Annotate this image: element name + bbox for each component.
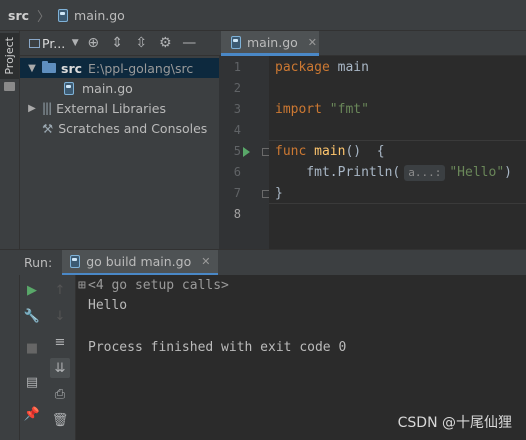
wrench-icon[interactable]: 🔧 — [22, 306, 42, 326]
tab-main-go[interactable]: main.go ✕ — [221, 31, 319, 56]
tree-row-scratches[interactable]: ⚒ Scratches and Consoles — [20, 118, 219, 138]
breadcrumb: src 〉 main.go — [0, 0, 526, 31]
code-line-5: func main() { — [275, 144, 385, 159]
project-view-selector[interactable]: Pr... — [42, 36, 65, 51]
up-arrow-icon[interactable]: ↑ — [50, 280, 70, 300]
run-label: Run: — [24, 255, 53, 270]
code-line-6: fmt.Println(a...: "Hello") — [275, 165, 512, 181]
trash-icon[interactable]: 🗑 — [50, 410, 70, 430]
line-number: 5 — [233, 144, 241, 158]
stop-icon[interactable]: ■ — [22, 338, 42, 358]
console-line[interactable]: <4 go setup calls> — [88, 278, 229, 293]
breadcrumb-root[interactable]: src — [8, 8, 29, 23]
line-number: 2 — [233, 81, 241, 95]
close-icon[interactable]: ✕ — [201, 255, 210, 268]
scratches-icon: ⚒ — [42, 120, 54, 136]
tree-row-src[interactable]: ▼ src E:\ppl-golang\src — [20, 58, 219, 78]
collapse-all-icon[interactable]: ⇳ — [129, 33, 153, 53]
project-view-icon[interactable] — [26, 33, 42, 53]
tab-label: main.go — [247, 34, 298, 50]
tree-row-main-go[interactable]: main.go — [20, 78, 219, 98]
tree-item-label: External Libraries — [56, 100, 166, 116]
layout-icon[interactable]: ▤ — [22, 372, 42, 392]
soft-wrap-icon[interactable]: ≡ — [50, 332, 70, 352]
line-number: 8 — [233, 207, 241, 221]
run-gutter-icon[interactable] — [243, 147, 250, 157]
rerun-icon[interactable]: ▶ — [22, 280, 42, 300]
tree-item-label: Scratches and Consoles — [58, 120, 208, 136]
code-line-3: import "fmt" — [275, 102, 369, 117]
console-line: Process finished with exit code 0 — [88, 340, 347, 355]
line-number: 6 — [233, 165, 241, 179]
hide-icon[interactable]: — — [177, 33, 201, 53]
line-number: 4 — [233, 123, 241, 137]
close-icon[interactable]: ✕ — [308, 36, 317, 49]
divider — [269, 203, 526, 204]
breadcrumb-file[interactable]: main.go — [74, 8, 125, 23]
go-file-icon — [64, 81, 74, 95]
scroll-to-end-icon[interactable]: ⇊ — [50, 358, 70, 378]
run-stripe — [0, 275, 20, 440]
parameter-hint: a...: — [404, 165, 446, 181]
go-file-icon — [231, 35, 241, 49]
tree-item-path: E:\ppl-golang\src — [88, 60, 194, 76]
down-arrow-icon[interactable]: ↓ — [50, 306, 70, 326]
folder-icon[interactable] — [4, 82, 15, 91]
go-file-icon — [70, 254, 81, 268]
print-icon[interactable]: ⎙ — [50, 384, 70, 404]
library-icon: ||| — [42, 101, 52, 115]
project-tool-tab[interactable]: Project — [0, 33, 19, 79]
line-number: 3 — [233, 102, 241, 116]
line-number: 1 — [233, 60, 241, 74]
run-tab-label: go build main.go — [86, 253, 192, 269]
go-file-icon — [58, 8, 69, 22]
code-line-7: } — [275, 186, 283, 201]
tree-row-external-libraries[interactable]: ▶ ||| External Libraries — [20, 98, 219, 118]
run-tab[interactable]: go build main.go ✕ — [62, 249, 219, 276]
tree-item-label: main.go — [82, 80, 133, 96]
console-line: Hello — [88, 298, 128, 313]
watermark: CSDN @十尾仙狸 — [397, 415, 512, 431]
project-tab-label: Project — [3, 37, 16, 75]
locate-icon[interactable]: ⊕ — [81, 33, 105, 53]
chevron-down-icon[interactable]: ▼ — [26, 63, 38, 74]
run-tool-header: Run: go build main.go ✕ — [0, 249, 526, 276]
chevron-right-icon[interactable]: ▶ — [26, 103, 38, 114]
project-toolbar: Pr... ▼ ⊕ ⇕ ⇳ ⚙ — — [20, 31, 219, 56]
expand-all-icon[interactable]: ⇕ — [105, 33, 129, 53]
tree-item-label: src — [61, 60, 83, 76]
line-number: 7 — [233, 186, 241, 200]
chevron-down-icon[interactable]: ▼ — [69, 33, 81, 53]
folder-icon — [42, 61, 56, 73]
code-line-1: package main — [275, 60, 369, 75]
expand-icon[interactable]: ⊞ — [78, 278, 86, 293]
chevron-right-icon: 〉 — [37, 9, 51, 25]
pin-icon[interactable]: 📌 — [22, 404, 42, 424]
gear-icon[interactable]: ⚙ — [153, 33, 177, 53]
